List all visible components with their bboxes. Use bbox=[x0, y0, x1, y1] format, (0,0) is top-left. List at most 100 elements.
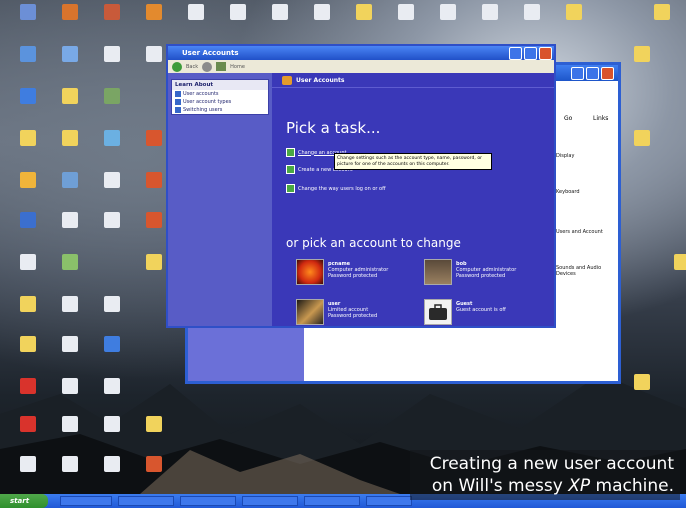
folder-icon[interactable] bbox=[552, 4, 596, 44]
taskbar-item[interactable] bbox=[366, 496, 412, 506]
desktop-icon[interactable] bbox=[6, 456, 50, 496]
learn-about-link[interactable]: User accounts bbox=[172, 90, 268, 98]
desktop-icon[interactable] bbox=[384, 4, 428, 44]
maximize-icon[interactable] bbox=[524, 47, 537, 60]
close-icon[interactable] bbox=[601, 67, 614, 80]
account-picture bbox=[296, 259, 324, 285]
window-title: User Accounts bbox=[182, 49, 239, 57]
go-button[interactable]: Go bbox=[564, 115, 572, 122]
user-accounts-window[interactable]: User Accounts Back Home Learn About User… bbox=[166, 44, 556, 328]
page-header: User Accounts bbox=[272, 73, 554, 88]
folder-icon[interactable] bbox=[6, 336, 50, 376]
desktop-icon[interactable] bbox=[48, 254, 92, 294]
desktop-icon[interactable] bbox=[48, 172, 92, 212]
desktop-icon[interactable] bbox=[48, 46, 92, 86]
desktop-icon[interactable] bbox=[300, 4, 344, 44]
folder-icon[interactable] bbox=[48, 88, 92, 128]
folder-icon[interactable] bbox=[132, 416, 176, 456]
learn-about-link[interactable]: User account types bbox=[172, 98, 268, 106]
user-accounts-icon bbox=[282, 75, 292, 85]
desktop-icon[interactable] bbox=[510, 4, 554, 44]
account-picture bbox=[424, 259, 452, 285]
desktop-icon[interactable] bbox=[90, 416, 134, 456]
help-icon bbox=[175, 91, 181, 97]
page-title: User Accounts bbox=[296, 76, 345, 84]
desktop-icon[interactable] bbox=[6, 46, 50, 86]
folder-icon[interactable] bbox=[620, 46, 664, 86]
control-panel-item[interactable]: Sounds and Audio Devices bbox=[556, 265, 618, 277]
desktop-icon[interactable] bbox=[426, 4, 470, 44]
desktop-icon[interactable] bbox=[90, 88, 134, 128]
control-panel-item[interactable]: Keyboard bbox=[556, 189, 580, 195]
sidebar: Learn About User accounts User account t… bbox=[168, 73, 272, 326]
desktop-icon[interactable] bbox=[90, 4, 134, 44]
folder-icon[interactable] bbox=[620, 130, 664, 170]
folder-icon[interactable] bbox=[640, 4, 684, 44]
account-tile[interactable]: bob Computer administrator Password protec… bbox=[424, 259, 516, 285]
desktop-icon[interactable] bbox=[132, 4, 176, 44]
learn-about-panel: Learn About User accounts User account t… bbox=[171, 79, 269, 115]
home-icon[interactable] bbox=[216, 62, 227, 71]
back-label[interactable]: Back bbox=[186, 64, 198, 70]
desktop-icon[interactable] bbox=[132, 456, 176, 496]
account-tile[interactable]: pcname Computer administrator Password pro… bbox=[296, 259, 388, 285]
desktop-icon[interactable] bbox=[6, 4, 50, 44]
folder-icon[interactable] bbox=[620, 374, 664, 414]
desktop-icon[interactable] bbox=[48, 296, 92, 336]
window-titlebar[interactable]: User Accounts bbox=[168, 46, 554, 60]
folder-icon[interactable] bbox=[6, 296, 50, 336]
taskbar-item[interactable] bbox=[180, 496, 236, 506]
desktop-icon[interactable] bbox=[6, 416, 50, 456]
maximize-icon[interactable] bbox=[586, 67, 599, 80]
home-label[interactable]: Home bbox=[230, 64, 245, 70]
desktop-icon[interactable] bbox=[174, 4, 218, 44]
folder-icon[interactable] bbox=[48, 130, 92, 170]
desktop-icon[interactable] bbox=[6, 212, 50, 252]
briefcase-icon bbox=[429, 304, 447, 320]
control-panel-item[interactable]: Users and Account bbox=[556, 229, 603, 235]
desktop-icon[interactable] bbox=[48, 416, 92, 456]
desktop-icon[interactable] bbox=[48, 4, 92, 44]
desktop-icon[interactable] bbox=[48, 212, 92, 252]
desktop-icon[interactable] bbox=[48, 378, 92, 418]
desktop-icon[interactable] bbox=[90, 212, 134, 252]
minimize-icon[interactable] bbox=[509, 47, 522, 60]
desktop-icon[interactable] bbox=[216, 4, 260, 44]
start-button[interactable]: start bbox=[0, 494, 48, 508]
desktop-icon[interactable] bbox=[90, 336, 134, 376]
folder-icon[interactable] bbox=[342, 4, 386, 44]
taskbar-item[interactable] bbox=[60, 496, 112, 506]
folder-icon[interactable] bbox=[6, 130, 50, 170]
desktop-icon[interactable] bbox=[90, 172, 134, 212]
links-label[interactable]: Links bbox=[593, 115, 608, 122]
desktop-icon[interactable] bbox=[6, 378, 50, 418]
desktop-icon[interactable] bbox=[90, 130, 134, 170]
desktop-icon[interactable] bbox=[6, 254, 50, 294]
image-caption: Creating a new user account on Will's me… bbox=[410, 450, 680, 500]
taskbar-item[interactable] bbox=[242, 496, 298, 506]
task-change-logon[interactable]: Change the way users log on or off bbox=[286, 184, 386, 193]
main-panel: User Accounts Pick a task... Change an a… bbox=[272, 73, 554, 326]
close-icon[interactable] bbox=[539, 47, 552, 60]
desktop-icon[interactable] bbox=[6, 172, 50, 212]
control-panel-item[interactable]: Display bbox=[556, 153, 574, 159]
desktop-icon[interactable] bbox=[258, 4, 302, 44]
forward-button[interactable] bbox=[202, 61, 213, 72]
account-tile[interactable]: Guest Guest account is off bbox=[424, 299, 506, 325]
desktop-icon[interactable] bbox=[90, 378, 134, 418]
taskbar-item[interactable] bbox=[118, 496, 174, 506]
back-button[interactable] bbox=[172, 61, 182, 72]
folder-icon[interactable] bbox=[660, 254, 686, 294]
account-tile[interactable]: user Limited account Password protected bbox=[296, 299, 377, 325]
desktop-icon[interactable] bbox=[90, 296, 134, 336]
desktop-icon[interactable] bbox=[90, 456, 134, 496]
minimize-icon[interactable] bbox=[571, 67, 584, 80]
taskbar-item[interactable] bbox=[304, 496, 360, 506]
arrow-icon bbox=[286, 165, 295, 174]
desktop-icon[interactable] bbox=[468, 4, 512, 44]
desktop-icon[interactable] bbox=[90, 46, 134, 86]
desktop-icon[interactable] bbox=[48, 336, 92, 376]
learn-about-link[interactable]: Switching users bbox=[172, 106, 268, 114]
desktop-icon[interactable] bbox=[48, 456, 92, 496]
desktop-icon[interactable] bbox=[6, 88, 50, 128]
